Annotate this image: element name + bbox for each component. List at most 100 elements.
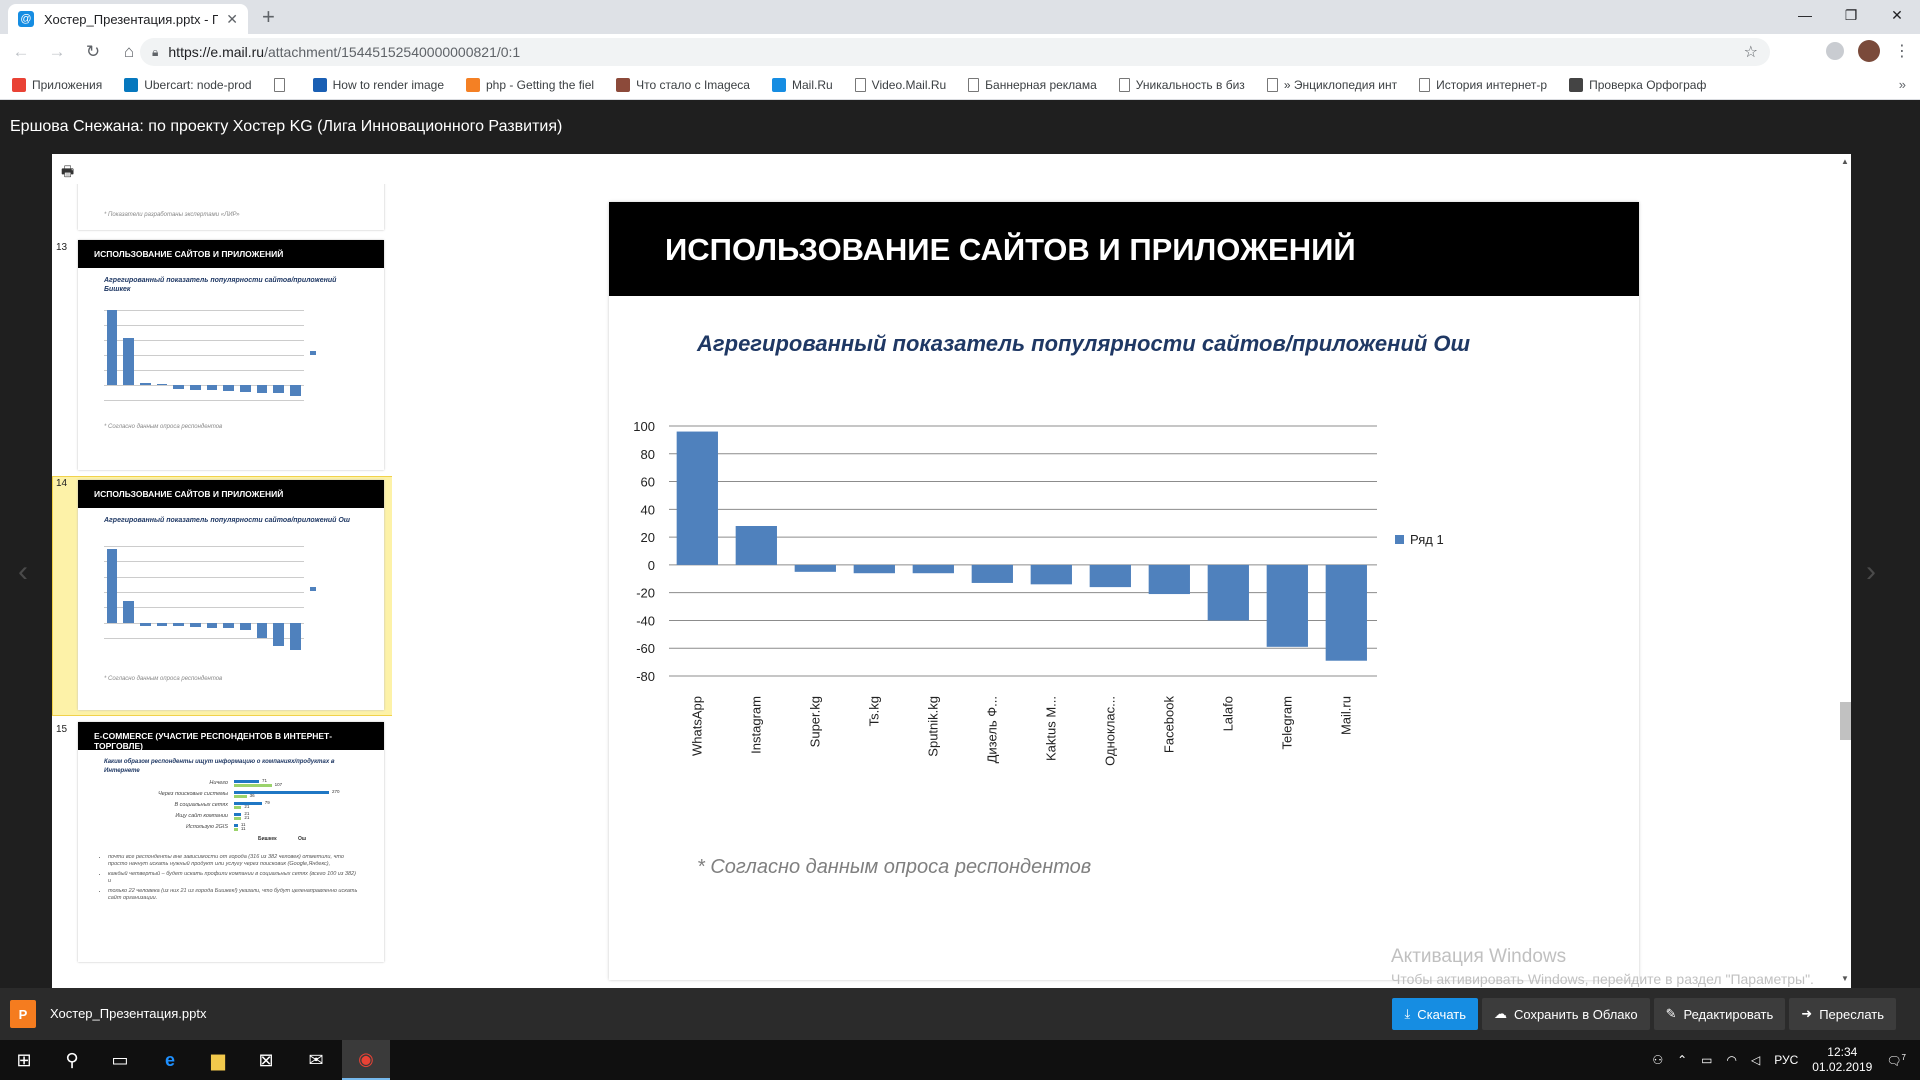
bar-facebook	[1148, 564, 1190, 595]
bookmark-5[interactable]: Что стало с Imageca	[616, 77, 750, 92]
bookmark-label: » Энциклопедия инт	[1283, 77, 1398, 92]
bar-mail-ru	[1325, 564, 1367, 661]
page-icon	[1419, 77, 1431, 92]
thumbnail-13-bar	[106, 310, 118, 385]
thumbnail-15-row-label: Через поисковые системы	[158, 791, 228, 797]
y-tick-label: 0	[648, 558, 655, 573]
tray-chevron-icon[interactable]: ⌃	[1677, 1053, 1687, 1067]
store-icon[interactable]: ⊠	[242, 1040, 290, 1080]
windows-start-icon[interactable]: ⊞	[0, 1040, 48, 1080]
bookmark-label: Что стало с Imageca	[636, 77, 750, 92]
task-view-icon[interactable]: ▭	[96, 1040, 144, 1080]
bookmark-label: Video.Mail.Ru	[871, 77, 947, 92]
thumbnail-13[interactable]: 13 ИСПОЛЬЗОВАНИЕ САЙТОВ И ПРИЛОЖЕНИЙ Агр…	[52, 240, 392, 470]
bookmark-2[interactable]	[273, 77, 291, 92]
thumbnail-15-legend-item: Бишкек	[258, 836, 277, 842]
bookmark-star-icon[interactable]: ☆	[1744, 42, 1758, 62]
volume-icon[interactable]: ◁	[1751, 1053, 1760, 1067]
print-icon[interactable]: 🖶︎	[61, 161, 74, 185]
thumbnail-13-note: * Согласно данным опроса респондентов	[104, 424, 223, 430]
bookmark-8[interactable]: Баннерная реклама	[968, 77, 1097, 92]
bookmark-12[interactable]: Проверка Орфограф	[1569, 77, 1706, 92]
reload-icon[interactable]: ↻	[78, 42, 108, 62]
slide-scroll-down-icon[interactable]: ▼	[1841, 974, 1849, 983]
bookmark-10[interactable]: » Энциклопедия инт	[1266, 77, 1398, 92]
lock-icon[interactable]: 🔒︎	[152, 45, 158, 60]
thumbnail-13-bar	[273, 385, 284, 394]
bookmark-9[interactable]: Уникальность в биз	[1118, 77, 1245, 92]
thumbnail-14-page: ИСПОЛЬЗОВАНИЕ САЙТОВ И ПРИЛОЖЕНИЙ Агреги…	[78, 480, 384, 710]
more-bookmarks-icon[interactable]: »	[1899, 77, 1906, 92]
close-tab-icon[interactable]: ✕	[226, 11, 238, 28]
bookmark-0[interactable]: Приложения	[12, 77, 102, 92]
chrome-icon[interactable]: ◉	[342, 1040, 390, 1080]
browser-tab[interactable]: @ Хостер_Презентация.pptx - По... ✕	[8, 4, 248, 34]
thumbnail-15-bullet: почти все респонденты вне зависимости от…	[108, 854, 358, 868]
bookmark-6[interactable]: Mail.Ru	[771, 77, 833, 92]
mail-icon[interactable]: ✉	[292, 1040, 340, 1080]
thumbnail-15-title: E-COMMERCE (УЧАСТИЕ РЕСПОНДЕНТОВ В ИНТЕР…	[78, 722, 384, 751]
bookmark-7[interactable]: Video.Mail.Ru	[854, 77, 947, 92]
thumbnail-14[interactable]: 14 ИСПОЛЬЗОВАНИЕ САЙТОВ И ПРИЛОЖЕНИЙ Агр…	[52, 476, 392, 716]
thumbnail-13-number: 13	[56, 242, 68, 253]
restore-icon[interactable]: ❐	[1828, 0, 1874, 30]
input-language[interactable]: РУС	[1774, 1053, 1798, 1067]
thumbnail-15[interactable]: 15 E-COMMERCE (УЧАСТИЕ РЕСПОНДЕНТОВ В ИН…	[52, 722, 392, 962]
bookmark-4[interactable]: php - Getting the fiel	[466, 77, 594, 92]
x-tick-label: Дизель Ф...	[984, 696, 999, 763]
notifications-icon[interactable]: 🗨︎7	[1886, 1053, 1906, 1068]
back-icon[interactable]: ←	[6, 42, 36, 62]
slide-scroll-up-icon[interactable]: ▲	[1841, 157, 1849, 166]
thumbnail-15-bar-osh	[234, 817, 242, 820]
x-tick-label: Facebook	[1161, 696, 1176, 754]
thumbnail-14-gridline	[104, 561, 304, 563]
file-explorer-icon[interactable]: ▆	[194, 1040, 242, 1080]
x-tick-label: Ts.kg	[866, 696, 881, 726]
clock-time: 12:34	[1827, 1045, 1858, 1059]
clock[interactable]: 12:34 01.02.2019	[1812, 1045, 1872, 1075]
bar-telegram	[1266, 564, 1308, 647]
next-slide-icon[interactable]: ›	[1866, 555, 1876, 589]
slide-title: ИСПОЛЬЗОВАНИЕ САЙТОВ И ПРИЛОЖЕНИЙ	[665, 232, 1356, 267]
y-tick-label: -20	[636, 586, 655, 601]
bookmark-1[interactable]: Ubercart: node-prod	[124, 77, 252, 92]
battery-icon[interactable]: ▭	[1701, 1053, 1712, 1067]
more-menu-icon[interactable]: ⋮	[1894, 41, 1910, 61]
prev-slide-icon[interactable]: ‹	[18, 555, 28, 589]
people-icon[interactable]: ⚇	[1652, 1053, 1663, 1067]
forward-button[interactable]: ➜ Переслать	[1789, 998, 1896, 1030]
y-tick-label: -40	[636, 613, 655, 628]
thumbnail-15-bar-osh	[234, 806, 242, 809]
thumbnail-15-bar-osh	[234, 795, 247, 798]
edge-icon[interactable]: e	[146, 1040, 194, 1080]
minimize-icon[interactable]: —	[1782, 0, 1828, 30]
thumbnail-14-bar	[256, 622, 268, 638]
extension-icon[interactable]	[1826, 42, 1844, 60]
thumbnail-13-chart	[104, 310, 364, 401]
thumbnail-15-bullet: каждый четвертый – будет искать профили …	[108, 871, 358, 885]
forward-icon[interactable]: →	[42, 42, 72, 62]
viewer-right-margin	[1851, 154, 1920, 988]
y-tick-label: -60	[636, 641, 655, 656]
attachment-action-bar: P Хостер_Презентация.pptx ⤓ Скачать ☁ Со…	[0, 988, 1920, 1040]
close-window-icon[interactable]: ✕	[1874, 0, 1920, 30]
slide-header: ИСПОЛЬЗОВАНИЕ САЙТОВ И ПРИЛОЖЕНИЙ	[609, 202, 1639, 296]
address-bar[interactable]: 🔒︎ https://e.mail.ru/attachment/15445152…	[140, 38, 1770, 66]
edit-button[interactable]: ✎ Редактировать	[1653, 998, 1786, 1030]
y-tick-label: 60	[641, 475, 655, 490]
download-button[interactable]: ⤓ Скачать	[1392, 998, 1478, 1030]
network-icon[interactable]: ◠	[1727, 1053, 1737, 1067]
thumbnail-12[interactable]: * Показатели разработаны экспертами «ЛИР…	[52, 184, 392, 230]
x-tick-label: Telegram	[1279, 696, 1294, 749]
slide-scrollbar[interactable]	[1840, 702, 1851, 740]
bookmark-11[interactable]: История интернет-р	[1419, 77, 1547, 92]
bookmark-3[interactable]: How to render image	[312, 77, 444, 92]
imageca-icon	[616, 77, 631, 92]
apps-grid-icon	[12, 77, 26, 92]
x-tick-label: Kaktus M...	[1043, 696, 1058, 761]
search-icon[interactable]: ⚲	[48, 1040, 96, 1080]
new-tab-icon[interactable]: +	[262, 6, 275, 28]
save-to-cloud-button[interactable]: ☁ Сохранить в Облако	[1481, 998, 1650, 1030]
thumbnail-14-bar	[156, 622, 168, 627]
profile-avatar[interactable]	[1858, 40, 1880, 62]
